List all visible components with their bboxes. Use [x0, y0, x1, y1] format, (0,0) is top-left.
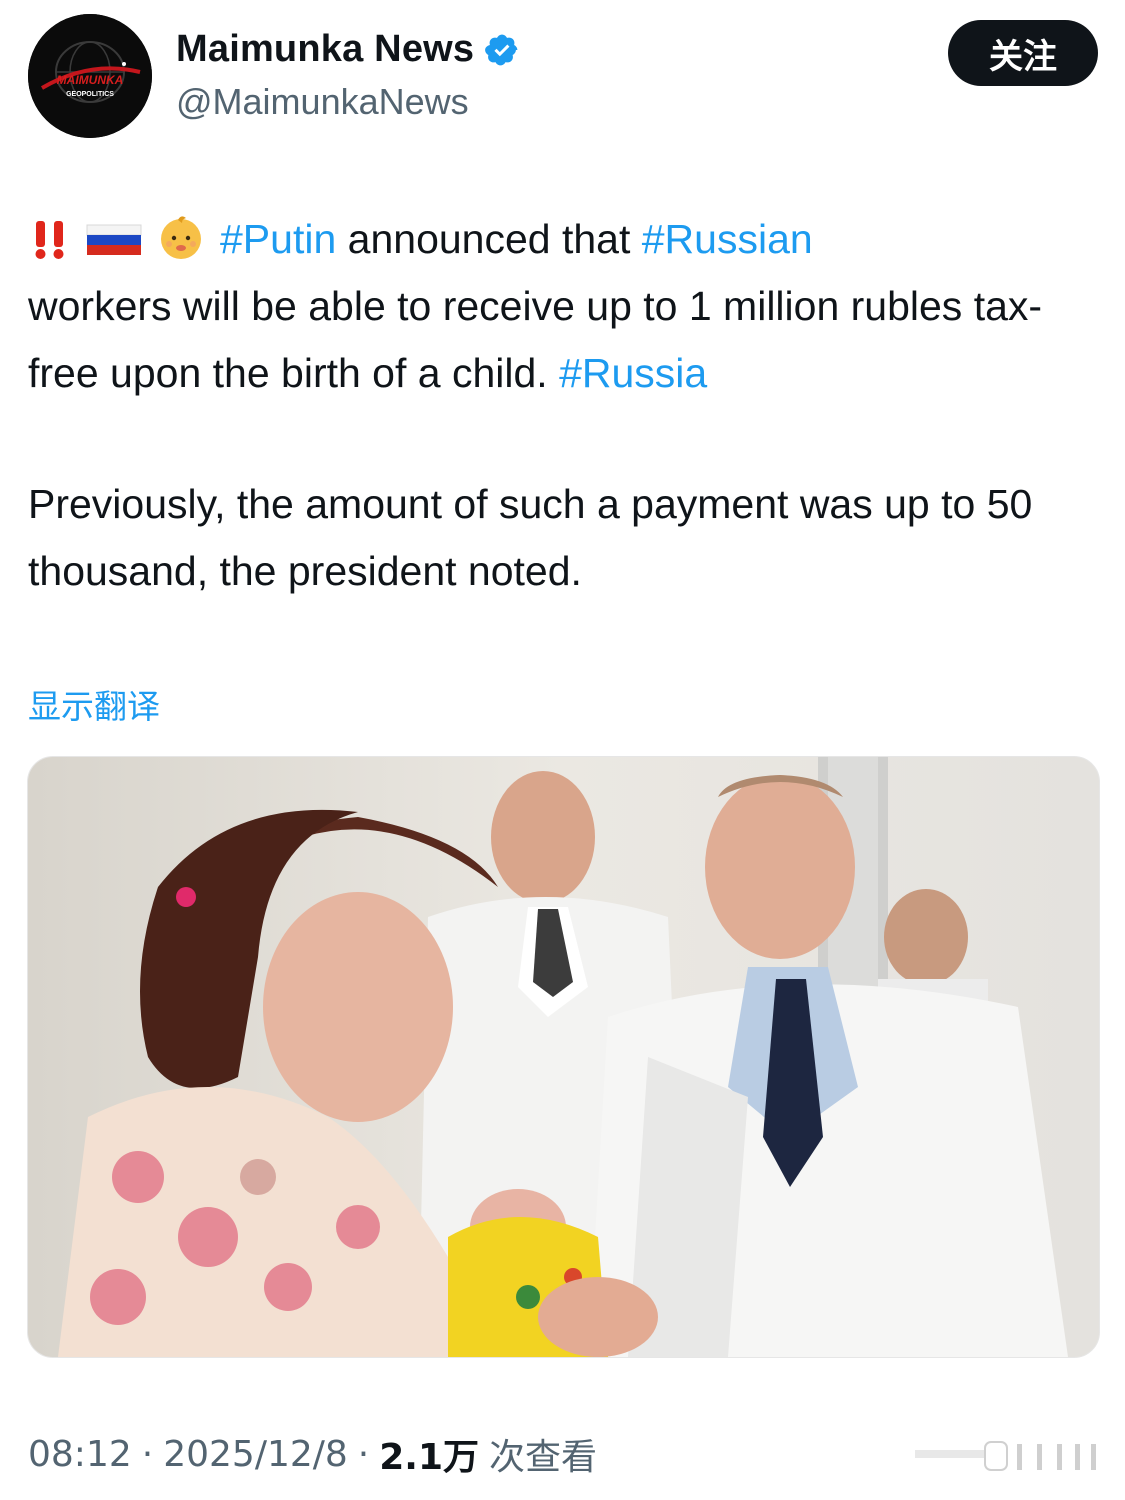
tweet-text-segment: announced that [336, 216, 642, 262]
avatar[interactable]: MAIMUNKA GEOPOLITICS [28, 14, 152, 138]
tweet-photo[interactable] [27, 756, 1100, 1358]
baby-icon [161, 216, 201, 259]
verified-badge-icon [485, 34, 518, 65]
account-handle[interactable]: @MaimunkaNews [176, 81, 520, 123]
watermark-bars-icon [915, 1441, 1096, 1471]
views-count: 2.1万 [379, 1437, 480, 1478]
hashtag-russian[interactable]: #Russian [642, 216, 813, 262]
avatar-logo-text: MAIMUNKA [57, 73, 124, 87]
tweet-text-segment: workers will be able to receive up to 1 … [28, 283, 1043, 396]
tweet-paragraph-1: #Putin announced that #Russian workers w… [28, 206, 1103, 407]
tweet-time[interactable]: 08:12 [28, 1434, 132, 1475]
tweet-paragraph-2: Previously, the amount of such a payment… [28, 481, 1033, 594]
hashtag-russia[interactable]: #Russia [559, 350, 707, 396]
tweet-text: #Putin announced that #Russian workers w… [28, 206, 1103, 605]
tweet-date[interactable]: 2025/12/8 [163, 1434, 348, 1475]
meta-separator: · [141, 1433, 154, 1475]
show-translation-link[interactable]: 显示翻译 [28, 680, 160, 728]
follow-button[interactable]: 关注 [948, 20, 1098, 86]
double-exclamation-icon [35, 221, 64, 259]
meta-separator: · [357, 1433, 370, 1475]
display-name[interactable]: Maimunka News [176, 28, 474, 71]
account-names: Maimunka News @MaimunkaNews [176, 28, 520, 123]
tweet-meta: 08:12 · 2025/12/8 · 2.1万 次查看 [28, 1428, 597, 1480]
tweet-header: MAIMUNKA GEOPOLITICS Maimunka News @Maim… [28, 14, 1098, 144]
russia-flag-icon [86, 224, 142, 255]
views-label: 次查看 [489, 1437, 598, 1478]
hashtag-putin[interactable]: #Putin [220, 216, 336, 262]
avatar-logo-subtext: GEOPOLITICS [66, 91, 114, 98]
